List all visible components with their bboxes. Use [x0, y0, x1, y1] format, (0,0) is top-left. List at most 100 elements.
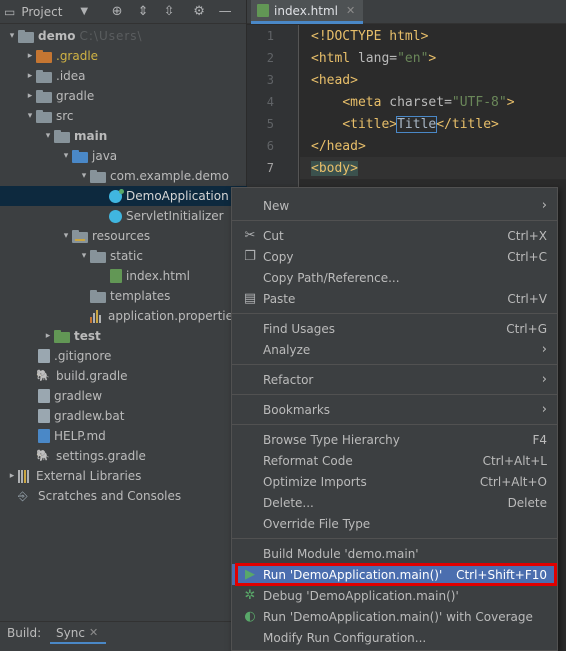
- menu-item-reformat-code[interactable]: Reformat Code Ctrl+Alt+L: [232, 450, 557, 471]
- chevron-right-icon[interactable]: ▸: [6, 471, 18, 481]
- chevron-down-icon[interactable]: ▾: [24, 111, 36, 121]
- tree-item-label: .gitignore: [54, 349, 112, 363]
- tree-item[interactable]: ▸ External Libraries: [0, 466, 247, 486]
- menu-item-build-module-demo-main[interactable]: Build Module 'demo.main': [232, 543, 557, 564]
- chevron-down-icon[interactable]: ▾: [6, 31, 18, 41]
- menu-item-delete[interactable]: Delete... Delete: [232, 492, 557, 513]
- code-line[interactable]: </head>: [300, 135, 566, 157]
- folder-icon: [54, 129, 70, 143]
- chevron-down-icon[interactable]: ▾: [78, 171, 90, 181]
- tree-item[interactable]: ▸ gradle: [0, 86, 247, 106]
- minimize-icon[interactable]: —: [212, 4, 238, 19]
- locate-icon[interactable]: ⊕: [104, 4, 130, 19]
- chevron-down-icon[interactable]: ▾: [42, 131, 54, 141]
- tree-item-label: External Libraries: [36, 469, 142, 483]
- menu-item-optimize-imports[interactable]: Optimize Imports Ctrl+Alt+O: [232, 471, 557, 492]
- tree-item-label: src: [56, 109, 74, 123]
- chevron-down-icon[interactable]: ▾: [60, 231, 72, 241]
- copy-icon: ❐: [244, 249, 256, 264]
- menu-item-paste[interactable]: ▤ Paste Ctrl+V: [232, 288, 557, 309]
- tree-item-label: Scratches and Consoles: [38, 489, 182, 503]
- chevron-down-icon[interactable]: ▾: [78, 251, 90, 261]
- tree-item[interactable]: DemoApplication: [0, 186, 247, 206]
- menu-item-bookmarks[interactable]: Bookmarks ›: [232, 399, 557, 420]
- tree-item[interactable]: ServletInitializer: [0, 206, 247, 226]
- project-view-title[interactable]: Project: [21, 5, 62, 19]
- tree-item[interactable]: .gitignore: [0, 346, 247, 366]
- tree-item-label: resources: [92, 229, 151, 243]
- resources-folder-icon: [72, 229, 88, 243]
- menu-item-browse-type-hierarchy[interactable]: Browse Type Hierarchy F4: [232, 429, 557, 450]
- menu-separator: [232, 538, 557, 539]
- tree-item[interactable]: 🐘 build.gradle: [0, 366, 247, 386]
- chevron-right-icon[interactable]: ▸: [24, 51, 36, 61]
- code-line[interactable]: <html lang= "en" >: [300, 47, 566, 69]
- tree-item[interactable]: ▾ com.example.demo: [0, 166, 247, 186]
- tree-item[interactable]: ▸ .gradle: [0, 46, 247, 66]
- code-token: lang=: [357, 50, 398, 66]
- menu-item-refactor[interactable]: Refactor ›: [232, 369, 557, 390]
- tree-item[interactable]: ▸ test: [0, 326, 247, 346]
- tab-index-html[interactable]: index.html ✕: [251, 0, 364, 24]
- chevron-right-icon[interactable]: ▸: [24, 71, 36, 81]
- tree-item[interactable]: application.properties: [0, 306, 247, 326]
- html-file-icon: [257, 4, 269, 17]
- close-icon[interactable]: ✕: [346, 4, 355, 17]
- menu-item-cut[interactable]: ✂ Cut Ctrl+X: [232, 225, 557, 246]
- menu-item-shortcut: Ctrl+X: [507, 228, 547, 243]
- menu-item-run-demoapplication-main-with-coverage[interactable]: ◐ Run 'DemoApplication.main()' with Cover…: [232, 606, 557, 627]
- tree-item[interactable]: templates: [0, 286, 247, 306]
- expand-all-icon[interactable]: ⇕: [130, 4, 156, 19]
- code-line[interactable]: <head>: [300, 69, 566, 91]
- editor-tabbar: index.html ✕: [247, 0, 566, 24]
- project-path: C:\Users\: [79, 29, 143, 43]
- tab-sync[interactable]: Sync: [56, 626, 85, 640]
- tree-item[interactable]: index.html: [0, 266, 247, 286]
- menu-item-run-demoapplication-main[interactable]: ▶ Run 'DemoApplication.main()' Ctrl+Shift+…: [232, 564, 557, 585]
- menu-item-shortcut: Delete: [507, 495, 547, 510]
- menu-item-override-file-type[interactable]: Override File Type: [232, 513, 557, 534]
- bottom-tool-bar: Build: Sync ✕: [0, 621, 247, 651]
- tree-item[interactable]: gradlew: [0, 386, 247, 406]
- tree-item-label: build.gradle: [56, 369, 128, 383]
- chevron-right-icon[interactable]: ▸: [24, 91, 36, 101]
- chevron-down-icon[interactable]: ▾: [60, 151, 72, 161]
- code-line[interactable]: <meta charset= "UTF-8" >: [300, 91, 566, 113]
- tree-item[interactable]: HELP.md: [0, 426, 247, 446]
- tree-item[interactable]: ▾ static: [0, 246, 247, 266]
- menu-item-debug-demoapplication-main[interactable]: ✲ Debug 'DemoApplication.main()': [232, 585, 557, 606]
- tree-item-label: gradle: [56, 89, 95, 103]
- tree-item-label: DemoApplication: [126, 189, 229, 203]
- tree-item[interactable]: ▸ .idea: [0, 66, 247, 86]
- menu-item-find-usages[interactable]: Find Usages Ctrl+G: [232, 318, 557, 339]
- menu-item-label: Paste: [263, 291, 296, 306]
- chevron-down-icon[interactable]: ▼: [80, 6, 88, 17]
- tree-item[interactable]: ▾ src: [0, 106, 247, 126]
- tree-item[interactable]: ⎆ Scratches and Consoles: [0, 486, 247, 506]
- tree-item[interactable]: ▾ demo C:\Users\: [0, 26, 247, 46]
- code-line[interactable]: <title> Title </title>: [300, 113, 566, 135]
- html-file-icon: [110, 269, 122, 283]
- code-line[interactable]: <body>: [300, 157, 566, 179]
- tree-item[interactable]: gradlew.bat: [0, 406, 247, 426]
- tree-item[interactable]: ▾ main: [0, 126, 247, 146]
- tree-item-label: ServletInitializer: [126, 209, 224, 223]
- code-token: charset=: [389, 94, 452, 110]
- menu-item-copy[interactable]: ❐ Copy Ctrl+C: [232, 246, 557, 267]
- menu-item-copy-path-reference[interactable]: Copy Path/Reference...: [232, 267, 557, 288]
- folder-icon: [18, 29, 34, 43]
- tree-item[interactable]: ▾ java: [0, 146, 247, 166]
- close-icon[interactable]: ✕: [89, 626, 98, 639]
- menu-item-new[interactable]: New ›: [232, 195, 557, 216]
- coverage-icon: ◐: [244, 609, 256, 624]
- tree-item[interactable]: ▾ resources: [0, 226, 247, 246]
- collapse-all-icon[interactable]: ⇳: [156, 4, 182, 19]
- gear-icon[interactable]: ⚙: [186, 4, 212, 19]
- menu-item-analyze[interactable]: Analyze ›: [232, 339, 557, 360]
- tree-item[interactable]: 🐘 settings.gradle: [0, 446, 247, 466]
- chevron-right-icon[interactable]: ▸: [42, 331, 54, 341]
- menu-item-label: Run 'DemoApplication.main()' with Covera…: [263, 609, 533, 624]
- menu-item-modify-run-configuration[interactable]: Modify Run Configuration...: [232, 627, 557, 648]
- code-line[interactable]: <!DOCTYPE html>: [300, 25, 566, 47]
